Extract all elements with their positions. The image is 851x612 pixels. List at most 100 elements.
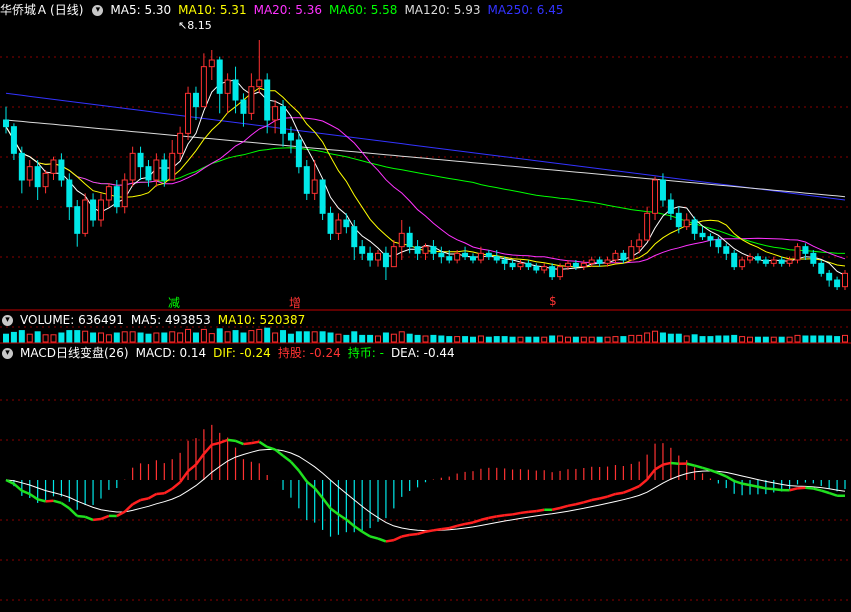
cash-value: 持币: - (347, 346, 384, 360)
dif-line-segment (702, 466, 711, 472)
candle-body (533, 266, 540, 271)
dif-line-segment (68, 507, 79, 517)
volume-bar (691, 334, 698, 343)
candle-body (240, 99, 247, 114)
volume-bar (580, 336, 587, 343)
volume-bar (185, 328, 192, 343)
volume-bar (438, 335, 445, 343)
candle-body (105, 186, 112, 201)
volume-bar (501, 336, 508, 343)
candle-body (754, 256, 761, 261)
volume-bar (161, 332, 168, 343)
candle-body (652, 179, 659, 214)
candle-body (469, 256, 476, 261)
dif-line-segment (377, 537, 387, 543)
volume-bar (810, 335, 817, 343)
candle-body (715, 239, 722, 248)
dif-line-segment (361, 530, 371, 538)
volume-bar (477, 335, 484, 343)
dif-line-segment (345, 518, 356, 528)
candle-body (200, 66, 207, 108)
volume-bar (549, 335, 556, 343)
dif-line-segment (512, 511, 521, 516)
candle-body (786, 259, 793, 264)
dif-line-segment (717, 471, 727, 478)
candle-body (683, 219, 690, 228)
dif-value: DIF: -0.24 (213, 346, 271, 360)
candle-body (462, 252, 469, 258)
dif-line-segment (409, 532, 418, 537)
volume-bar (359, 334, 366, 343)
volume-bar (826, 335, 833, 343)
volume-bar (517, 336, 524, 343)
volume-bar (454, 336, 461, 343)
candle-body (770, 259, 777, 264)
dea-line (5, 449, 846, 532)
candle-body (485, 252, 492, 258)
candle-body (90, 199, 97, 221)
volume-bar (256, 328, 263, 343)
volume-bar (636, 334, 643, 343)
dif-line-segment (171, 481, 181, 490)
macd-value: MACD: 0.14 (135, 346, 207, 360)
dif-line-segment (92, 517, 102, 522)
volume-bar (295, 331, 302, 343)
candle-body (280, 106, 287, 134)
candle-body (493, 256, 500, 261)
candle-body (113, 186, 120, 208)
volume-ma10: MA10: 520387 (217, 313, 306, 327)
dif-line-segment (156, 492, 165, 496)
volume-bar (406, 333, 413, 343)
volume-bar (747, 336, 754, 343)
ma60-label: MA60: 5.58 (329, 3, 398, 17)
signal-mark-reduce: 减 (168, 296, 181, 310)
candle-body (208, 59, 215, 68)
volume-bar (778, 336, 785, 343)
candle-body (335, 219, 342, 234)
candle-body (327, 212, 334, 234)
dif-line-segment (305, 480, 316, 490)
signal-mark-increase: 增 (289, 296, 302, 310)
candle-body (303, 166, 310, 194)
candle-body (422, 246, 429, 254)
ma5-label: MA5: 5.30 (110, 3, 172, 17)
ma250-label: MA250: 6.45 (487, 3, 564, 17)
volume-bar (200, 328, 207, 343)
dif-line-segment (290, 460, 300, 472)
dif-line-segment (757, 485, 767, 490)
volume-bar (699, 336, 706, 343)
volume-bar (113, 332, 120, 343)
candle-body (192, 92, 199, 108)
dif-line-segment (820, 489, 830, 495)
volume-settings-icon[interactable]: ▾ (2, 315, 13, 326)
candle-body (541, 266, 548, 271)
settings-icon[interactable]: ▾ (92, 5, 104, 16)
dif-line-segment (765, 487, 774, 491)
candle-body (517, 262, 524, 268)
macd-settings-icon[interactable]: ▾ (2, 348, 13, 359)
candle-body (509, 262, 516, 268)
ma250-line (5, 92, 846, 201)
volume-bar (739, 336, 746, 343)
dif-line-segment (425, 529, 434, 533)
candle-body (161, 159, 168, 181)
dif-line-segment (646, 468, 657, 481)
candle-body (707, 236, 714, 241)
dea-value: DEA: -0.44 (390, 346, 455, 360)
volume-bar (398, 331, 405, 343)
candle-body (367, 252, 374, 261)
volume-bar (612, 336, 619, 343)
volume-bar (834, 336, 841, 343)
volume-bar (564, 336, 571, 343)
candle-body (66, 179, 73, 208)
candle-body (34, 166, 41, 188)
hold-value: 持股: -0.24 (277, 346, 341, 360)
candle-body (232, 79, 239, 101)
dif-line-segment (710, 468, 719, 475)
volume-bar (375, 335, 382, 343)
candle-body (382, 252, 389, 268)
candle-body (580, 262, 587, 268)
dif-line-segment (567, 503, 577, 508)
dif-line-segment (147, 492, 157, 500)
candle-body (414, 246, 421, 254)
